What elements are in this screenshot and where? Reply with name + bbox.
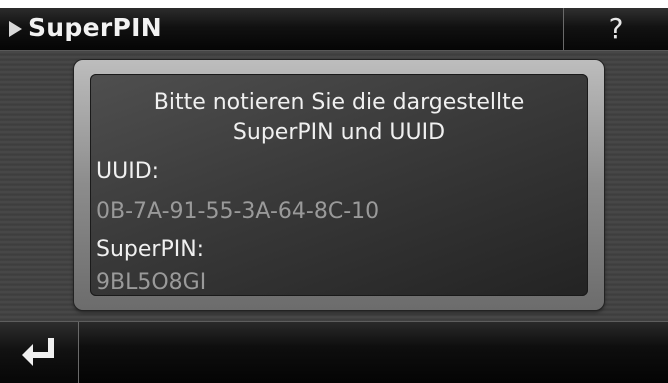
title-bar: SuperPIN ? — [0, 8, 668, 51]
help-icon: ? — [608, 12, 624, 45]
info-panel: Bitte notieren Sie die dargestellte Supe… — [90, 74, 588, 296]
uuid-label: UUID: — [96, 159, 160, 184]
back-button[interactable] — [0, 322, 79, 383]
superpin-label: SuperPIN: — [96, 237, 205, 262]
page-title: SuperPIN — [28, 13, 162, 42]
bottom-bar — [0, 321, 668, 383]
device-screen: SuperPIN ? Bitte notieren Sie die darges… — [0, 8, 668, 383]
help-button[interactable]: ? — [563, 8, 668, 50]
return-arrow-icon — [22, 338, 54, 366]
instruction-message: Bitte notieren Sie die dargestellte Supe… — [153, 90, 525, 145]
play-arrow-icon — [9, 21, 22, 37]
superpin-value: 9BL5O8GI — [96, 270, 207, 295]
uuid-value: 0B-7A-91-55-3A-64-8C-10 — [96, 199, 380, 224]
